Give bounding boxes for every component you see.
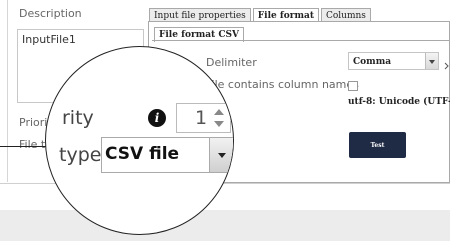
chevron-down-icon (429, 60, 435, 64)
header-label: File contains column names (206, 78, 359, 91)
magnified-file-type-label: type (59, 144, 102, 166)
file-type-select[interactable]: CSV file (101, 137, 233, 173)
description-value: InputFile1 (22, 33, 76, 46)
spin-up-icon[interactable] (214, 109, 224, 115)
chevron-down-icon (218, 153, 226, 158)
spin-down-icon[interactable] (214, 121, 224, 127)
header-checkbox[interactable] (348, 81, 358, 91)
encoding-select[interactable]: utf-8: Unicode (UTF-8 (348, 97, 450, 107)
priority-value: 1 (195, 107, 208, 129)
subtab-divider (152, 40, 450, 41)
delimiter-value: Comma (353, 57, 392, 67)
encoding-value: utf-8: Unicode (UTF-8 (348, 97, 450, 107)
test-button[interactable]: Test (349, 132, 406, 158)
delimiter-dropdown-button[interactable] (425, 53, 438, 69)
bottom-area (0, 210, 450, 241)
left-panel-border (7, 0, 8, 182)
magnified-priority-label: rity (62, 107, 94, 129)
priority-stepper[interactable]: 1 (176, 103, 231, 133)
description-label: Description (19, 7, 82, 20)
delimiter-extra-icon (443, 56, 450, 70)
file-type-dropdown-button[interactable] (209, 138, 233, 172)
magnifier-lens: rity i 1 type CSV file (45, 46, 234, 235)
delimiter-label: Delimiter (206, 56, 257, 69)
delimiter-select[interactable]: Comma (348, 52, 439, 70)
file-type-value: CSV file (105, 144, 180, 164)
info-icon[interactable]: i (148, 109, 166, 127)
